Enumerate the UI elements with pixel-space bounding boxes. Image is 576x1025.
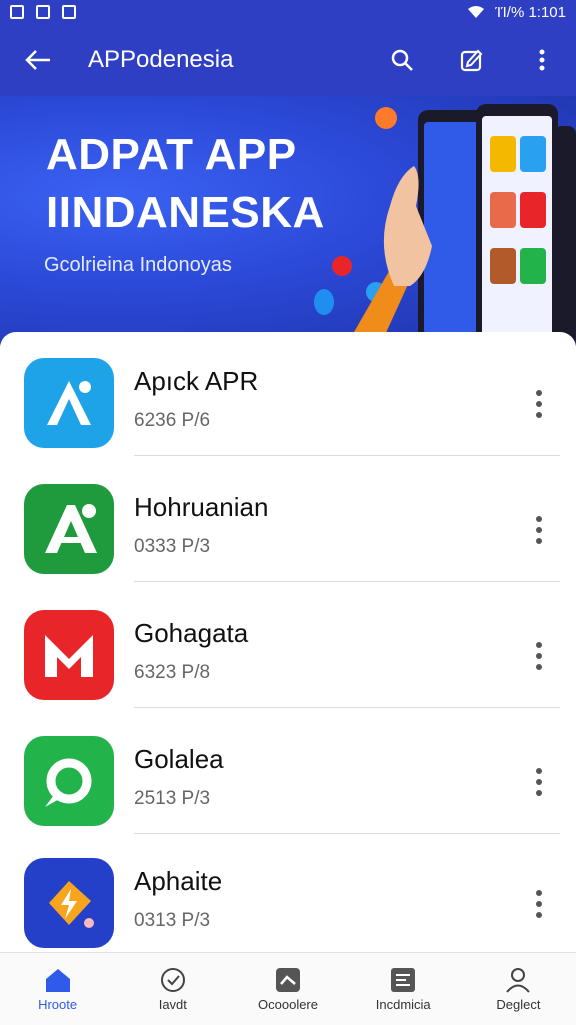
banner-subtitle: Gcolrieina Indonoyas	[44, 254, 232, 276]
a-logo-icon	[24, 358, 114, 448]
phones-illustration	[314, 104, 576, 346]
app-name: Aphaite	[134, 866, 223, 896]
app-name: Golalea	[134, 744, 224, 774]
check-circle-icon	[160, 967, 185, 992]
status-bar: ΊΊ/% 1:101	[0, 0, 576, 24]
nav-label: Ocooolere	[258, 996, 318, 1012]
app-meta: 6323 Ρ/8	[134, 662, 211, 683]
file-notification-icon	[62, 5, 76, 19]
promo-banner[interactable]: ADPAT APP IINDANESKA Gcolrieina Indonoya…	[0, 96, 576, 346]
more-vert-icon	[536, 890, 542, 918]
more-vert-icon	[536, 390, 542, 418]
divider	[134, 581, 560, 582]
more-vert-icon	[536, 642, 542, 670]
gallery-notification-icon	[36, 5, 50, 19]
nav-label: Hroote	[38, 996, 78, 1012]
list-icon	[391, 967, 416, 992]
nav-library[interactable]: Incdmicia	[346, 953, 461, 1025]
app-meta: 0333 Ρ/3	[134, 536, 211, 557]
wifi-icon	[468, 6, 485, 18]
app-bar: APPodenesia	[0, 24, 576, 96]
list-item[interactable]: Apıck APR 6236 Ρ/6	[0, 332, 576, 456]
list-item[interactable]: Gohagata 6323 Ρ/8	[0, 584, 576, 708]
bottom-navigation: Hroote Iavdt Ocooolere Incdmicia Deglect	[0, 952, 576, 1025]
app-list: Apıck APR 6236 Ρ/6 Hohruanian 0333 Ρ/3 G…	[0, 332, 576, 952]
app-name: Apıck APR	[134, 366, 259, 396]
more-options-button[interactable]	[524, 884, 554, 924]
chart-icon	[276, 967, 300, 992]
nav-label: Deglect	[496, 996, 541, 1012]
a-logo-icon	[24, 484, 114, 574]
person-icon	[506, 967, 531, 993]
more-vert-icon	[536, 516, 542, 544]
banner-title: ADPAT APP IINDANESKA	[46, 130, 325, 237]
app-meta: 6236 Ρ/6	[134, 410, 211, 431]
search-icon	[391, 49, 413, 71]
list-item[interactable]: Hohruanian 0333 Ρ/3	[0, 458, 576, 582]
overflow-menu-button[interactable]	[518, 36, 566, 84]
more-options-button[interactable]	[524, 384, 554, 424]
nav-categories[interactable]: Ocooolere	[230, 953, 345, 1025]
more-options-button[interactable]	[524, 762, 554, 802]
divider	[134, 455, 560, 456]
app-name: Hohruanian	[134, 492, 269, 522]
image-notification-icon	[10, 5, 24, 19]
status-text: ΊΊ/% 1:101	[495, 3, 566, 21]
back-button[interactable]	[14, 36, 62, 84]
app-meta: 0313 Ρ/3	[134, 910, 211, 931]
m-logo-icon	[24, 610, 114, 700]
list-item[interactable]: Golalea 2513 Ρ/3	[0, 710, 576, 834]
nav-home[interactable]: Hroote	[0, 953, 115, 1025]
divider	[134, 707, 560, 708]
nav-label: Iavdt	[158, 996, 187, 1012]
nav-account[interactable]: Deglect	[461, 953, 576, 1025]
search-button[interactable]	[378, 36, 426, 84]
home-icon	[45, 968, 70, 992]
edit-button[interactable]	[448, 36, 496, 84]
bolt-logo-icon	[24, 858, 114, 948]
app-name: Gohagata	[134, 618, 249, 648]
list-item[interactable]: Aphaite 0313 Ρ/3	[0, 832, 576, 956]
nav-label: Incdmicia	[375, 996, 431, 1012]
more-options-button[interactable]	[524, 636, 554, 676]
nav-updates[interactable]: Iavdt	[115, 953, 230, 1025]
app-title: APPodenesia	[88, 46, 234, 73]
more-vert-icon	[536, 768, 542, 796]
edit-icon	[460, 49, 483, 72]
back-arrow-icon	[25, 50, 50, 70]
ring-logo-icon	[24, 736, 114, 826]
more-vert-icon	[539, 49, 545, 71]
more-options-button[interactable]	[524, 510, 554, 550]
app-meta: 2513 Ρ/3	[134, 788, 211, 809]
